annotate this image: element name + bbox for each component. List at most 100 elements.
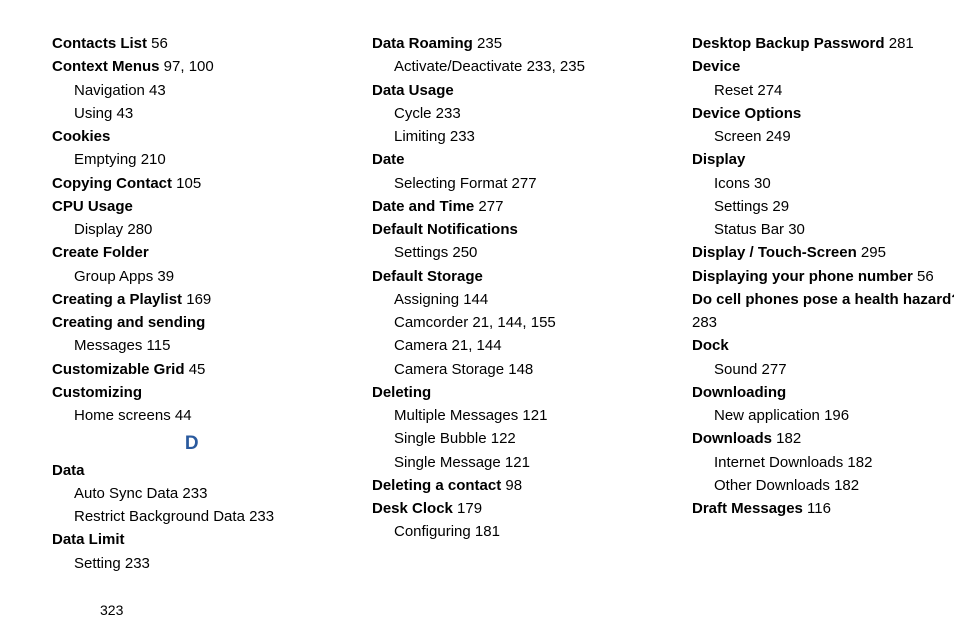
index-entry-pages: 148 [504, 361, 533, 378]
index-column-1: Contacts List 56Context Menus 97, 100Nav… [52, 32, 332, 575]
index-entry-label: Camera Storage [394, 361, 504, 378]
index-entry-pages: 277 [507, 175, 536, 192]
index-entry-pages: 182 [843, 454, 872, 471]
index-entry-label: Deleting a contact [372, 477, 501, 494]
index-entry-sub: Status Bar 30 [692, 218, 954, 241]
index-entry-label: Screen [714, 128, 762, 145]
index-column-2: Data Roaming 235 Activate/Deactivate 233,… [372, 32, 652, 575]
index-entry-pages: 56 [147, 35, 168, 52]
index-entry-pages: 250 [448, 244, 477, 261]
index-entry-main: Do cell phones pose a health hazard? [692, 288, 954, 311]
index-columns: Contacts List 56Context Menus 97, 100Nav… [52, 32, 914, 575]
index-entry-pages: 233 [245, 508, 274, 525]
index-entry-main: Displaying your phone number 56 [692, 265, 954, 288]
index-entry-main: Device [692, 55, 954, 78]
index-entry-label: Display [692, 151, 745, 168]
index-entry-pages: 182 [830, 477, 859, 494]
index-entry-sub: Setting 233 [52, 552, 332, 575]
index-entry-pages: 233 [178, 485, 207, 502]
index-entry-pages: 122 [487, 430, 516, 447]
index-entry-pages: 281 [885, 35, 914, 52]
index-entry-sub: Settings 29 [692, 195, 954, 218]
index-entry-main: Display / Touch-Screen 295 [692, 241, 954, 264]
index-entry-pages: 181 [471, 523, 500, 540]
index-entry-label: Selecting Format [394, 175, 507, 192]
index-entry-label: Date [372, 151, 405, 168]
index-entry-pages: 182 [772, 430, 801, 447]
index-entry-pages: 44 [171, 407, 192, 424]
index-entry-sub: Sound 277 [692, 358, 954, 381]
index-entry-label: Data Usage [372, 82, 454, 99]
index-entry-label: Creating and sending [52, 314, 205, 331]
index-entry-sub: Messages 115 [52, 334, 332, 357]
index-entry-sub: Home screens 44 [52, 404, 332, 427]
index-entry-label: Device [692, 58, 740, 75]
index-entry-sub: Restrict Background Data 233 [52, 505, 332, 528]
index-entry-sub: Group Apps 39 [52, 265, 332, 288]
index-entry-main: Data [52, 459, 332, 482]
index-entry-sub: Configuring 181 [372, 520, 652, 543]
index-entry-label: Using [74, 105, 112, 122]
index-entry-main: Desktop Backup Password 281 [692, 32, 954, 55]
index-entry-pages: 280 [123, 221, 152, 238]
index-entry-label: Icons [714, 175, 750, 192]
index-entry-main: Date [372, 148, 652, 171]
index-entry-main: Desk Clock 179 [372, 497, 652, 520]
index-entry-main: Dock [692, 334, 954, 357]
index-entry-sub: Single Message 121 [372, 451, 652, 474]
index-entry-label: Status Bar [714, 221, 784, 238]
index-entry-label: Camcorder [394, 314, 468, 331]
index-entry-main: Copying Contact 105 [52, 172, 332, 195]
index-entry-main: Creating and sending [52, 311, 332, 334]
index-entry-label: Display [74, 221, 123, 238]
index-entry-sub: Internet Downloads 182 [692, 451, 954, 474]
index-entry-label: Downloads [692, 430, 772, 447]
index-entry-label: Restrict Background Data [74, 508, 245, 525]
index-entry-main: Data Roaming 235 [372, 32, 652, 55]
index-entry-label: Data [52, 462, 85, 479]
index-entry-sub: Using 43 [52, 102, 332, 125]
index-entry-sub: Camera 21, 144 [372, 334, 652, 357]
index-entry-main: CPU Usage [52, 195, 332, 218]
index-entry-pages: 121 [518, 407, 547, 424]
index-entry-main: Cookies [52, 125, 332, 148]
index-entry-label: Setting [74, 555, 121, 572]
index-column-3: Desktop Backup Password 281 Device Reset 2… [692, 32, 954, 575]
index-entry-sub: Emptying 210 [52, 148, 332, 171]
index-entry-label: Cookies [52, 128, 110, 145]
index-entry-pages: 274 [753, 82, 782, 99]
index-entry-label: Copying Contact [52, 175, 172, 192]
index-entry-pages: 30 [750, 175, 771, 192]
index-entry-pages: 43 [145, 82, 166, 99]
index-entry-label: Date and Time [372, 198, 474, 215]
index-entry-label: Reset [714, 82, 753, 99]
index-entry-label: Activate/Deactivate [394, 58, 522, 75]
index-entry-label: Emptying [74, 151, 137, 168]
index-entry-label: Display / Touch-Screen [692, 244, 857, 261]
index-entry-label: CPU Usage [52, 198, 133, 215]
index-entry-pages: 105 [172, 175, 201, 192]
index-entry-main: Display [692, 148, 954, 171]
index-entry-label: Dock [692, 337, 729, 354]
index-entry-label: Other Downloads [714, 477, 830, 494]
index-entry-pages: 233 [446, 128, 475, 145]
index-entry-sub: Cycle 233 [372, 102, 652, 125]
index-entry-sub: Reset 274 [692, 79, 954, 102]
index-entry-pages: 56 [913, 268, 934, 285]
index-entry-label: Contacts List [52, 35, 147, 52]
index-entry-pages: 249 [762, 128, 791, 145]
index-entry-pages: 233 [432, 105, 461, 122]
index-entry-pages: 43 [112, 105, 133, 122]
index-entry-pages: 283 [692, 311, 954, 334]
index-entry-label: Home screens [74, 407, 171, 424]
index-entry-pages: 97, 100 [160, 58, 214, 75]
index-entry-main: Creating a Playlist 169 [52, 288, 332, 311]
index-entry-label: Customizing [52, 384, 142, 401]
index-entry-pages: 21, 144, 155 [468, 314, 556, 331]
index-entry-label: Create Folder [52, 244, 149, 261]
index-entry-label: Do cell phones pose a health hazard? [692, 291, 954, 308]
index-entry-label: Camera [394, 337, 447, 354]
index-entry-label: Downloading [692, 384, 786, 401]
index-entry-pages: 233, 235 [522, 58, 585, 75]
index-entry-label: Multiple Messages [394, 407, 518, 424]
